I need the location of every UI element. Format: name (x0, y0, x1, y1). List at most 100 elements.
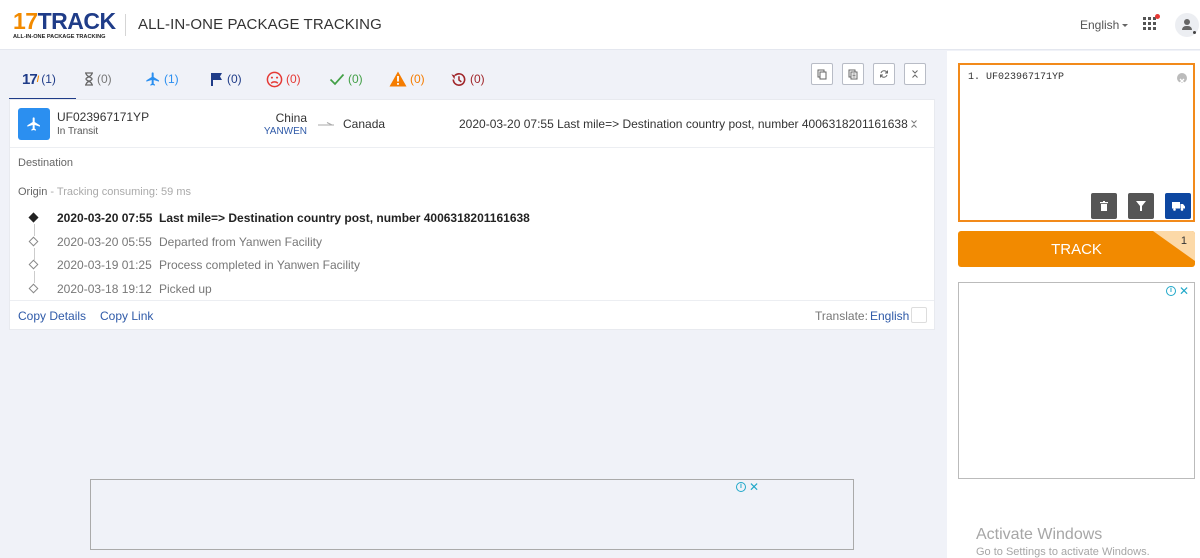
destination-country: Canada (343, 117, 386, 131)
tab-all[interactable]: 17/ (1) (9, 58, 76, 100)
status-text: In Transit (57, 126, 99, 137)
truck-icon (1171, 201, 1185, 211)
tab-expired[interactable]: (0) (446, 58, 506, 100)
event-row: 2020-03-20 05:55 Departed from Yanwen Fa… (10, 232, 934, 260)
event-description: Process completed in Yanwen Facility (159, 258, 360, 272)
diamond-outline-icon (28, 259, 39, 270)
logo-word: TRACK (37, 8, 117, 34)
event-time: 2020-03-19 01:25 (57, 258, 152, 272)
tab-delivered[interactable]: (0) (327, 58, 386, 100)
tab-count: (0) (227, 72, 242, 86)
tracking-consuming: - Tracking consuming: 59 ms (47, 186, 192, 198)
language-selector[interactable]: English (1080, 18, 1129, 32)
diamond-outline-icon (28, 236, 39, 246)
check-icon (329, 72, 345, 86)
diamond-filled-icon (28, 212, 39, 223)
tab-count: (0) (286, 72, 301, 86)
tracking-number[interactable]: UF023967171YP (57, 110, 149, 124)
trash-icon (1100, 201, 1108, 211)
flag-icon (210, 72, 224, 86)
tab-pending[interactable]: (0) (76, 58, 142, 100)
tab-count: (1) (41, 72, 56, 86)
ad-info-icon[interactable]: i (736, 482, 746, 492)
caret-down-icon (1122, 24, 1129, 28)
17track-logo-icon: 17/ (22, 70, 39, 88)
collapse-icon (912, 70, 918, 78)
latest-event: 2020-03-20 07:55 Last mile=> Destination… (459, 117, 908, 131)
shipment-summary[interactable]: UF023967171YP In Transit China YANWEN Ca… (10, 100, 934, 148)
clear-icon[interactable] (1177, 73, 1187, 84)
tracking-numbers-input[interactable] (960, 65, 1193, 220)
top-header: 17TRACK ALL-IN-ONE PACKAGE TRACKING ALL-… (0, 0, 1200, 50)
tracking-events: 2020-03-20 07:55 Last mile=> Destination… (10, 208, 934, 302)
notification-dot (1155, 14, 1160, 19)
airplane-icon (145, 71, 161, 87)
user-avatar[interactable] (1175, 13, 1199, 37)
tab-count: (0) (410, 72, 425, 86)
hourglass-icon (84, 72, 94, 86)
event-row: 2020-03-20 07:55 Last mile=> Destination… (10, 208, 934, 236)
translate-label: Translate: (815, 309, 868, 323)
watermark-subtitle: Go to Settings to activate Windows. (976, 546, 1150, 558)
logo-tagline: ALL-IN-ONE PACKAGE TRACKING (13, 34, 106, 40)
track-button[interactable]: TRACK 1 (958, 231, 1195, 267)
tab-count: (0) (97, 72, 112, 86)
ad-banner-bottom[interactable]: i ✕ (90, 479, 854, 550)
shipment-card: UF023967171YP In Transit China YANWEN Ca… (9, 99, 935, 330)
copy-link-link[interactable]: Copy Link (100, 309, 153, 323)
event-row: 2020-03-18 19:12 Picked up (10, 279, 934, 303)
destination-label: Destination (18, 157, 74, 169)
refresh-button[interactable] (873, 63, 895, 85)
copy-icon (817, 69, 827, 79)
collapse-all-button[interactable] (904, 63, 926, 85)
user-icon (1184, 19, 1190, 25)
copy-all-icon (848, 69, 858, 79)
ad-info-icon[interactable]: i (1165, 286, 1176, 296)
event-time: 2020-03-20 05:55 (57, 234, 152, 249)
diamond-outline-icon (28, 283, 39, 293)
tab-alert[interactable]: (0) (386, 58, 446, 100)
in-transit-status-icon (18, 108, 50, 140)
carrier-link[interactable]: YANWEN (264, 126, 307, 137)
event-description: Last mile=> Destination country post, nu… (159, 211, 530, 225)
language-label: English (1080, 18, 1120, 32)
airplane-icon (27, 117, 40, 131)
origin-label: Origin - Tracking consuming: 59 ms (18, 186, 192, 198)
tab-count: (0) (348, 72, 363, 86)
event-description: Picked up (159, 281, 212, 296)
toolbar (811, 63, 926, 85)
tab-arrived[interactable]: (0) (204, 58, 264, 100)
event-description: Departed from Yanwen Facility (159, 234, 322, 249)
filter-icon (1136, 201, 1146, 211)
ad-close-icon[interactable]: ✕ (749, 481, 759, 493)
page-title: ALL-IN-ONE PACKAGE TRACKING (138, 16, 382, 33)
track-button-label: TRACK (1051, 240, 1102, 258)
sad-face-icon (266, 71, 283, 88)
tab-in-transit[interactable]: (1) (142, 58, 204, 100)
copy-all-button[interactable] (842, 63, 864, 85)
delete-button[interactable] (1091, 193, 1117, 219)
warning-icon (389, 71, 407, 87)
copy-details-link[interactable]: Copy Details (18, 309, 86, 323)
translate-language[interactable]: English (870, 309, 909, 323)
card-footer: Copy Details Copy Link Translate: Englis… (10, 300, 934, 330)
logo-number: 17 (13, 8, 38, 34)
copy-button[interactable] (811, 63, 833, 85)
track-count-badge: 1 (1153, 231, 1195, 267)
tab-count: (0) (470, 72, 485, 86)
17track-logo[interactable]: 17TRACK ALL-IN-ONE PACKAGE TRACKING (13, 8, 117, 41)
windows-activation-watermark: Activate Windows Go to Settings to activ… (976, 526, 1150, 558)
tab-undelivered[interactable]: (0) (264, 58, 327, 100)
filter-button[interactable] (1128, 193, 1154, 219)
apps-grid-icon[interactable] (1143, 17, 1157, 31)
origin-country: China (275, 111, 307, 125)
ad-close-icon[interactable]: ✕ (1179, 285, 1189, 297)
refresh-icon (880, 70, 888, 78)
collapse-icon[interactable] (908, 118, 920, 130)
ad-controls: i ✕ (736, 481, 759, 493)
tab-count: (1) (164, 72, 179, 86)
track-count: 1 (1180, 235, 1187, 247)
carrier-select-button[interactable] (1165, 193, 1191, 219)
translate-checkbox[interactable] (911, 307, 927, 323)
ad-banner-right[interactable]: i ✕ (958, 282, 1195, 479)
